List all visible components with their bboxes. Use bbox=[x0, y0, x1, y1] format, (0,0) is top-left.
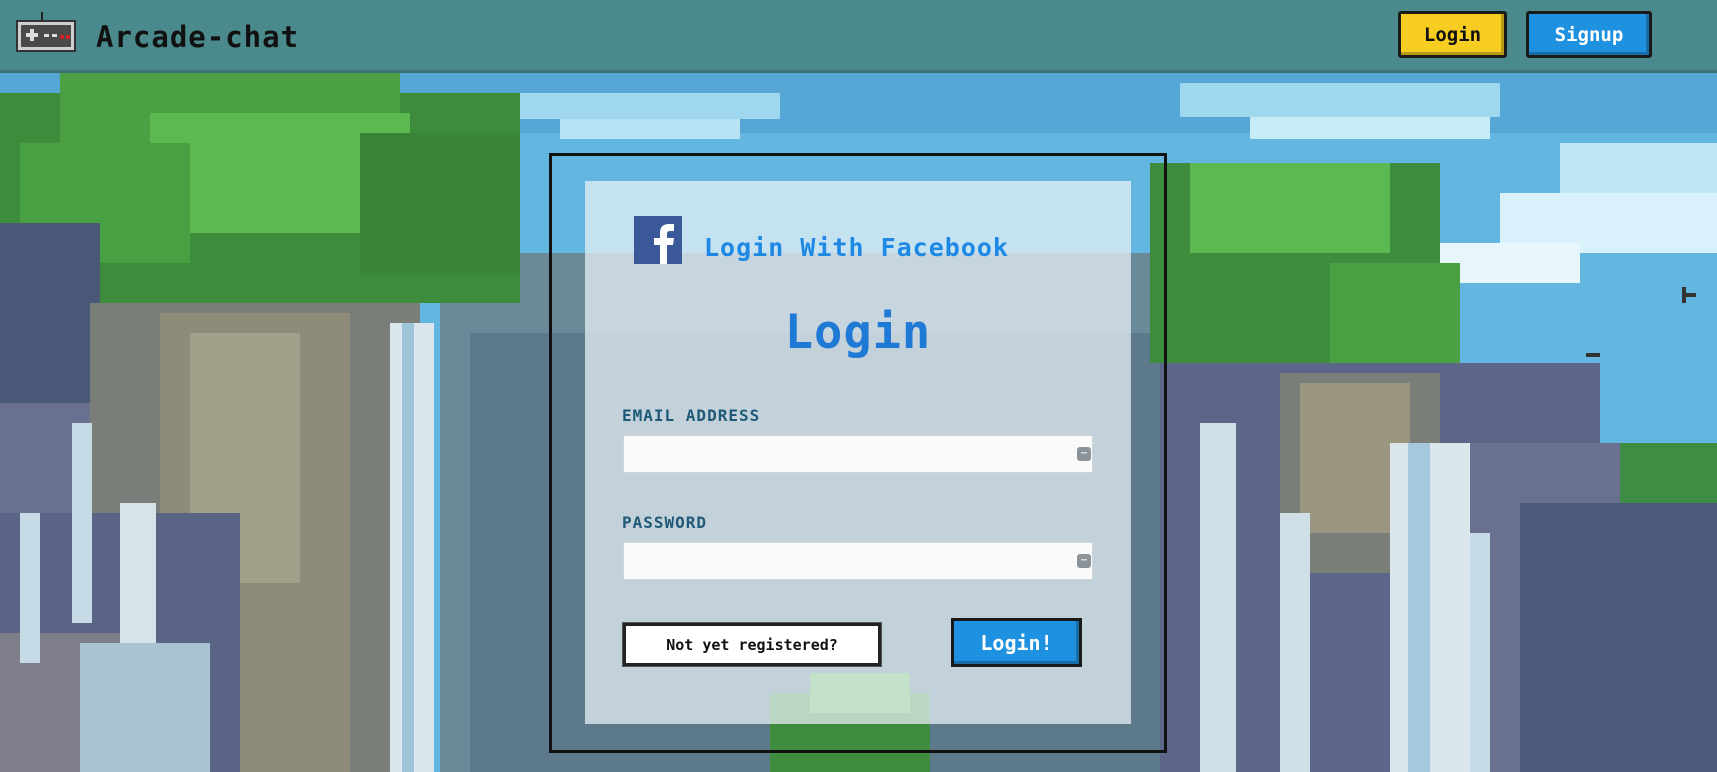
facebook-login-link[interactable]: Login With Facebook bbox=[634, 216, 1009, 264]
password-field[interactable] bbox=[623, 542, 1093, 580]
facebook-login-label[interactable]: Login With Facebook bbox=[704, 233, 1009, 262]
navbar: Arcade-chat Login Signup bbox=[0, 0, 1717, 73]
email-field[interactable] bbox=[623, 435, 1093, 473]
autofill-dots-icon[interactable]: ⋯ bbox=[1077, 554, 1091, 568]
autofill-dots-icon[interactable]: ⋯ bbox=[1077, 447, 1091, 461]
login-title: Login bbox=[784, 305, 932, 360]
app-title[interactable]: Arcade-chat bbox=[96, 20, 299, 54]
email-label: EMAIL ADDRESS bbox=[622, 406, 761, 425]
login-submit-button[interactable]: Login! bbox=[951, 618, 1082, 667]
header-signup-button[interactable]: Signup bbox=[1526, 11, 1652, 58]
gamepad-icon[interactable] bbox=[16, 12, 76, 54]
facebook-icon bbox=[634, 216, 682, 264]
password-label: PASSWORD bbox=[622, 513, 708, 532]
header-login-button[interactable]: Login bbox=[1398, 11, 1507, 58]
not-registered-button[interactable]: Not yet registered? bbox=[622, 622, 882, 667]
